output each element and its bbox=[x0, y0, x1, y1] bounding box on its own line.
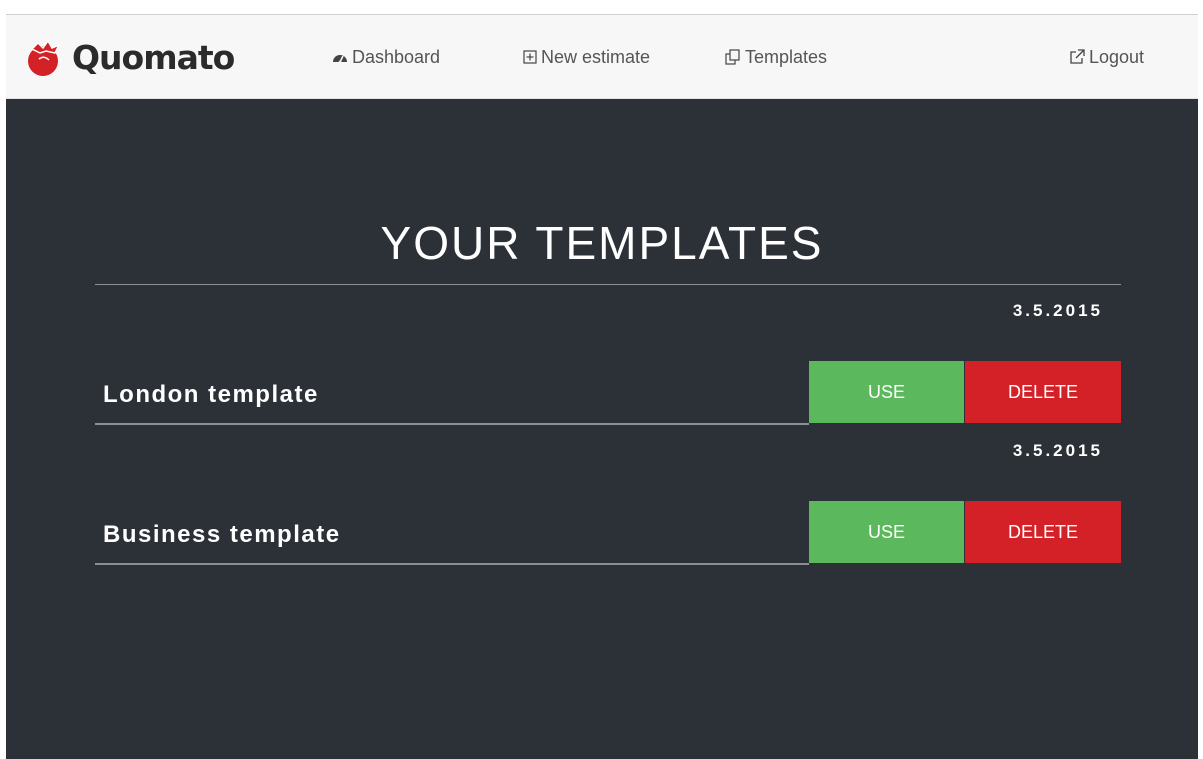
tomato-icon bbox=[28, 39, 61, 76]
nav-logout-label: Logout bbox=[1089, 46, 1145, 67]
delete-template-button[interactable]: DELETE bbox=[965, 361, 1121, 423]
app-frame: Quomato Dashboard New estimate Templates… bbox=[6, 14, 1198, 759]
dashboard-icon bbox=[332, 50, 348, 64]
template-date: 3.5.2015 bbox=[1012, 301, 1103, 320]
top-navbar: Quomato Dashboard New estimate Templates… bbox=[6, 15, 1198, 99]
external-link-icon bbox=[1069, 49, 1085, 65]
brand-logo[interactable]: Quomato bbox=[22, 37, 235, 77]
use-template-button[interactable]: USE bbox=[809, 501, 964, 563]
template-name: London template bbox=[103, 381, 319, 408]
delete-template-button[interactable]: DELETE bbox=[965, 501, 1121, 563]
nav-new-estimate-label: New estimate bbox=[541, 46, 651, 67]
brand-name: Quomato bbox=[72, 37, 235, 77]
nav-dashboard[interactable]: Dashboard bbox=[332, 47, 440, 67]
nav-templates[interactable]: Templates bbox=[725, 47, 827, 67]
copy-icon bbox=[725, 49, 741, 65]
template-row: 3.5.2015 Business template USE DELETE bbox=[95, 425, 1121, 565]
template-name: Business template bbox=[103, 521, 341, 548]
use-template-button[interactable]: USE bbox=[809, 361, 964, 423]
row-divider bbox=[95, 563, 809, 565]
nav-new-estimate[interactable]: New estimate bbox=[523, 47, 650, 67]
nav-dashboard-label: Dashboard bbox=[352, 46, 441, 67]
nav-templates-label: Templates bbox=[745, 46, 828, 67]
template-row: 3.5.2015 London template USE DELETE bbox=[95, 285, 1121, 425]
page-title: YOUR TEMPLATES bbox=[380, 216, 824, 269]
nav-logout[interactable]: Logout bbox=[1069, 47, 1144, 67]
template-date: 3.5.2015 bbox=[1012, 441, 1103, 460]
plus-square-icon bbox=[523, 50, 537, 64]
